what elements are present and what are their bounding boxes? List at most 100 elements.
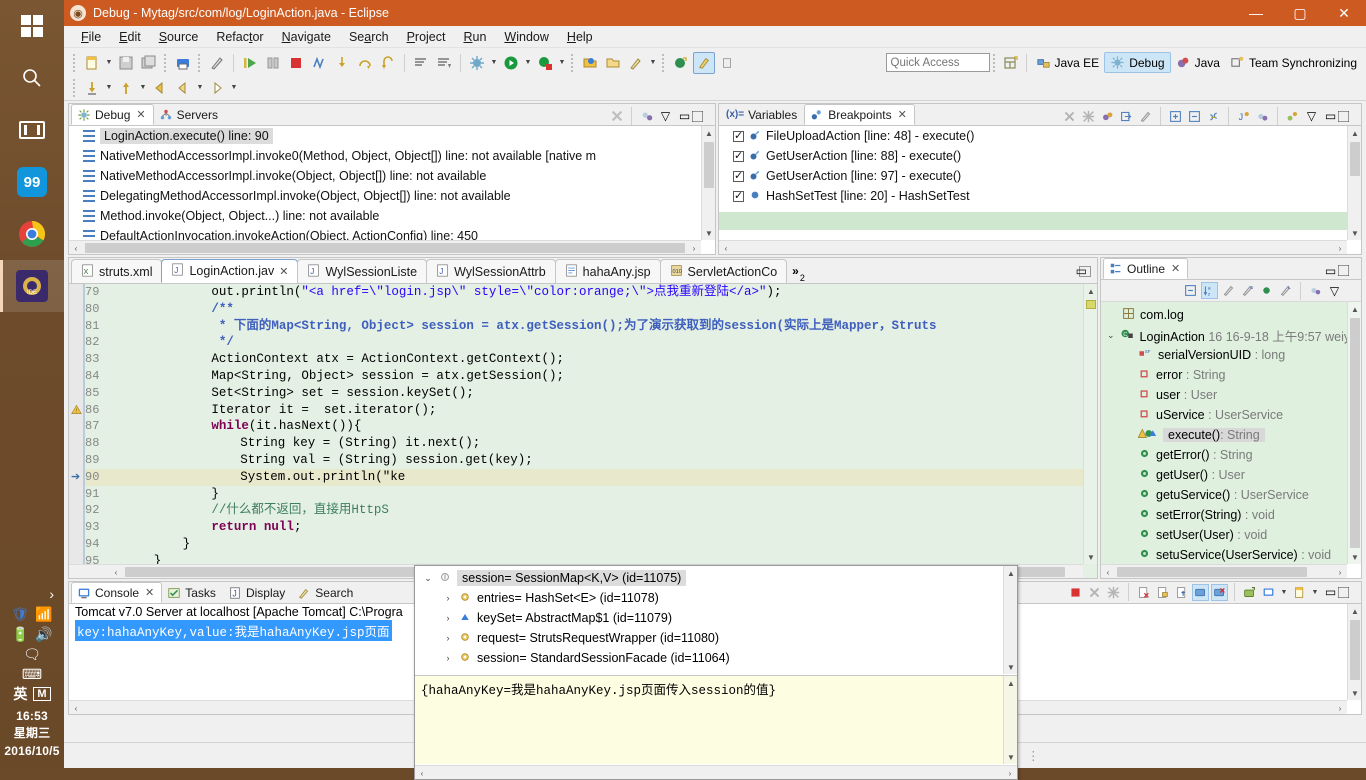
outline-extra-icon[interactable] <box>1307 282 1324 299</box>
step-filters-dropdown-arrow[interactable]: ▼ <box>138 77 148 99</box>
popup-variable-row[interactable]: › entries= HashSet<E> (id=11078) <box>415 588 1003 608</box>
tab-variables[interactable]: (x)= Variables <box>721 104 804 125</box>
step-return-button[interactable] <box>377 52 399 74</box>
expander-icon[interactable]: › <box>443 593 453 603</box>
perspective-debug[interactable]: Debug <box>1104 52 1171 73</box>
popup-detail-vscrollbar[interactable]: ▲ ▼ <box>1003 676 1017 764</box>
code-line[interactable]: 85 Set<String> set = session.keySet(); <box>69 385 1083 402</box>
sort-icon[interactable]: az <box>1201 282 1218 299</box>
console-dropdown-arrow[interactable]: ▼ <box>1310 581 1320 603</box>
add-java-exception-breakpoint-icon[interactable]: J <box>1235 108 1252 125</box>
maximize-view-icon[interactable]: ⃞ <box>1341 108 1358 125</box>
popup-variable-row[interactable]: › session= StandardSessionFacade (id=1106… <box>415 648 1003 668</box>
open-console-icon[interactable] <box>1241 584 1258 601</box>
external-tools-button[interactable] <box>534 52 556 74</box>
popup-variable-row[interactable]: › request= StrutsRequestWrapper (id=11080… <box>415 628 1003 648</box>
minimize-view-icon[interactable]: ▭ <box>1322 584 1339 601</box>
scroll-up-icon[interactable]: ▲ <box>1348 302 1361 316</box>
suspend-button[interactable] <box>262 52 284 74</box>
perspective-java[interactable]: Java <box>1171 53 1225 72</box>
code-line[interactable]: 80 /** <box>69 301 1083 318</box>
scroll-right-icon[interactable]: › <box>1333 701 1347 714</box>
terminate-button[interactable] <box>285 52 307 74</box>
show-breakpoints-supported-icon[interactable] <box>1099 108 1116 125</box>
outline-item[interactable]: error : String <box>1101 365 1347 385</box>
scroll-lock-icon[interactable] <box>1154 584 1171 601</box>
step-over-button[interactable] <box>354 52 376 74</box>
console-vscrollbar[interactable]: ▲ ▼ <box>1347 604 1361 700</box>
new-java-class-button[interactable] <box>693 51 715 74</box>
view-menu-icon[interactable]: ▽ <box>657 108 674 125</box>
maximize-view-icon[interactable]: ⃞ <box>1341 584 1358 601</box>
breakpoint-row[interactable]: HashSetTest [line: 20] - HashSetTest <box>719 186 1347 206</box>
outline-item[interactable]: S F serialVersionUID : long <box>1101 345 1347 365</box>
expander-icon[interactable]: › <box>443 633 453 643</box>
breakpoint-checkbox[interactable] <box>733 149 744 162</box>
step-into-dropdown-arrow[interactable]: ▼ <box>104 77 114 99</box>
start-button[interactable] <box>0 0 64 52</box>
code-line[interactable]: 93 return null; <box>69 519 1083 536</box>
scroll-thumb[interactable] <box>704 142 714 188</box>
scroll-down-icon[interactable]: ▼ <box>1348 226 1361 240</box>
outline-item[interactable]: setError(String) : void <box>1101 505 1347 525</box>
hide-static-icon[interactable]: S <box>1239 282 1256 299</box>
scroll-up-icon[interactable]: ▲ <box>1004 676 1018 690</box>
outline-item[interactable]: uService : UserService <box>1101 405 1347 425</box>
outline-item[interactable]: getUser() : User <box>1101 465 1347 485</box>
display-selected-console-icon[interactable] <box>1192 583 1209 601</box>
breakpoint-group-icon[interactable] <box>1284 108 1301 125</box>
code-line[interactable]: 92 //什么都不返回，直接用HttpS <box>69 502 1083 519</box>
hide-fields-icon[interactable] <box>1220 282 1237 299</box>
scroll-thumb[interactable] <box>1350 142 1360 176</box>
scroll-left-icon[interactable]: ‹ <box>69 701 83 714</box>
editor-tab-loginaction-jav[interactable]: J LoginAction.jav ✕ <box>161 259 299 283</box>
code-line[interactable]: 89 String val = (String) session.get(key)… <box>69 452 1083 469</box>
close-icon[interactable]: ✕ <box>1171 262 1180 275</box>
menu-file[interactable]: File <box>72 28 110 46</box>
menu-edit[interactable]: Edit <box>110 28 150 46</box>
annotation-marker[interactable] <box>1086 300 1096 309</box>
volume-icon[interactable]: 🔊 <box>35 627 52 641</box>
collapse-all-icon[interactable] <box>1186 108 1203 125</box>
external-tools-dropdown-arrow[interactable]: ▼ <box>557 52 567 74</box>
scroll-left-icon[interactable]: ‹ <box>1101 565 1115 578</box>
scroll-down-icon[interactable]: ▼ <box>1004 750 1018 764</box>
outline-item[interactable]: user : User <box>1101 385 1347 405</box>
open-resource-button[interactable] <box>602 52 624 74</box>
stack-frame-row[interactable]: NativeMethodAccessorImpl.invoke0(Method,… <box>69 146 701 166</box>
link-icon[interactable] <box>1205 108 1222 125</box>
shield-icon[interactable]: 🛡 <box>11 607 29 621</box>
collapse-all-icon[interactable] <box>1182 282 1199 299</box>
view-menu-icon[interactable]: ▽ <box>1303 108 1320 125</box>
open-perspective-icon[interactable] <box>1000 52 1022 74</box>
stack-frame-row[interactable]: DelegatingMethodAccessorImpl.invoke(Obje… <box>69 186 701 206</box>
scroll-left-icon[interactable]: ‹ <box>719 241 733 254</box>
popup-variable-row[interactable]: ⌄ session= SessionMap<K,V> (id=11075) <box>415 568 1003 588</box>
scroll-up-icon[interactable]: ▲ <box>702 126 715 140</box>
scroll-thumb[interactable] <box>1350 620 1360 680</box>
debug-dropdown-arrow[interactable]: ▼ <box>489 52 499 74</box>
outline-hscrollbar[interactable]: ‹ › <box>1101 564 1347 578</box>
tab-tasks[interactable]: Tasks <box>162 582 223 603</box>
tab-servers[interactable]: Servers <box>154 104 225 125</box>
close-icon[interactable]: ✕ <box>279 265 288 278</box>
search-dropdown-arrow[interactable]: ▼ <box>648 52 658 74</box>
breakpoint-row[interactable]: GetUserAction [line: 97] - execute() <box>719 166 1347 186</box>
status-more-icon[interactable]: ⋮ <box>1011 746 1054 765</box>
menu-project[interactable]: Project <box>398 28 455 46</box>
expander-icon[interactable]: › <box>443 653 453 663</box>
debug-stack-list[interactable]: LoginAction.execute() line: 90 NativeMeth… <box>69 126 715 254</box>
minimize-button[interactable]: — <box>1234 0 1278 26</box>
print-button[interactable] <box>172 52 194 74</box>
minimize-view-icon[interactable]: ▭ <box>1076 264 1087 278</box>
link-with-debug-view-icon[interactable] <box>1118 108 1135 125</box>
debug-view-hscrollbar[interactable]: ‹ › <box>69 240 701 254</box>
remove-launch-icon[interactable] <box>1086 584 1103 601</box>
code-line[interactable]: 83 ActionContext atx = ActionContext.getC… <box>69 351 1083 368</box>
scroll-down-icon[interactable]: ▼ <box>1004 660 1017 674</box>
popup-tree-vscrollbar[interactable]: ▲ ▼ <box>1003 566 1017 674</box>
battery-icon[interactable]: 🔋 <box>12 627 29 641</box>
expander-icon[interactable]: ⌄ <box>1107 330 1115 341</box>
scroll-left-icon[interactable]: ‹ <box>109 565 123 578</box>
close-button[interactable]: ✕ <box>1322 0 1366 26</box>
